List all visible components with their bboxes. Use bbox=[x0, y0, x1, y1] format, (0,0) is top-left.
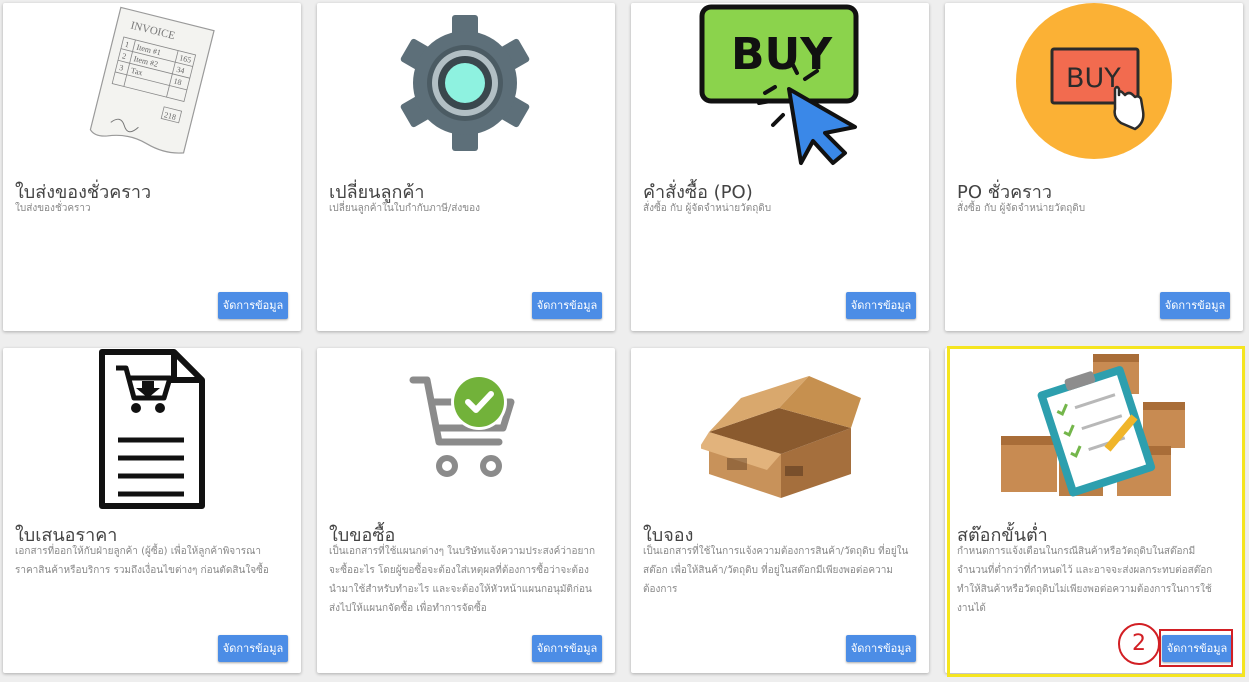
svg-text:BUY: BUY bbox=[1066, 63, 1121, 94]
step-number-badge: 2 bbox=[1118, 623, 1160, 665]
card-purchase-request: ใบขอซื้อ เป็นเอกสารที่ใช้แผนกต่างๆ ในบริ… bbox=[317, 348, 615, 673]
card-description: เอกสารที่ออกให้กับฝ่ายลูกค้า (ผู้ซื้อ) เ… bbox=[15, 546, 269, 576]
card-description: สั่งซื้อ กับ ผู้จัดจำหน่ายวัตถุดิบ bbox=[643, 203, 772, 214]
manage-data-button[interactable]: จัดการข้อมูล bbox=[218, 292, 288, 319]
card-description: สั่งซื้อ กับ ผู้จัดจำหน่ายวัตถุดิบ bbox=[957, 203, 1086, 214]
card-change-customer: เปลี่ยนลูกค้า เปลี่ยนลูกค้าในใบกำกับภาษี… bbox=[317, 3, 615, 331]
buy-click-icon: BUY bbox=[631, 3, 929, 168]
cart-check-icon bbox=[317, 348, 615, 513]
manage-data-button[interactable]: จัดการข้อมูล bbox=[532, 292, 602, 319]
highlight-box-manage-button bbox=[1159, 629, 1233, 667]
card-reservation: ใบจอง เป็นเอกสารที่ใช้ในการแจ้งความต้องก… bbox=[631, 348, 929, 673]
manage-data-button[interactable]: จัดการข้อมูล bbox=[846, 292, 916, 319]
card-description: เปลี่ยนลูกค้าในใบกำกับภาษี/ส่งของ bbox=[329, 203, 480, 214]
card-temp-delivery-note: INVOICE 1 Item #1 165 2 Item #2 34 3 Tax 18 21… bbox=[3, 3, 301, 331]
manage-data-button[interactable]: จัดการข้อมูล bbox=[846, 635, 916, 662]
manage-data-button[interactable]: จัดการข้อมูล bbox=[532, 635, 602, 662]
card-temp-po: BUY PO ชั่วคราว สั่งซื้อ กับ ผู้จัดจำหน่… bbox=[945, 3, 1243, 331]
quotation-document-icon bbox=[3, 348, 301, 513]
manage-data-button[interactable]: จัดการข้อมูล bbox=[218, 635, 288, 662]
card-quotation: ใบเสนอราคา เอกสารที่ออกให้กับฝ่ายลูกค้า … bbox=[3, 348, 301, 673]
manage-data-button[interactable]: จัดการข้อมูล bbox=[1160, 292, 1230, 319]
card-purchase-order: BUY คำสั่งซื้อ (PO) สั่งซื้อ กับ ผู้จัดจ… bbox=[631, 3, 929, 331]
card-description: เป็นเอกสารที่ใช้แผนกต่างๆ ในบริษัทแจ้งคว… bbox=[329, 546, 596, 614]
invoice-icon: INVOICE 1 Item #1 165 2 Item #2 34 3 Tax 18 21… bbox=[3, 3, 301, 168]
box-icon bbox=[631, 348, 929, 513]
card-description: เป็นเอกสารที่ใช้ในการแจ้งความต้องการสินค… bbox=[643, 546, 909, 595]
gear-icon bbox=[317, 3, 615, 168]
card-description: ใบส่งของชั่วคราว bbox=[15, 203, 91, 214]
buy-circle-icon: BUY bbox=[945, 3, 1243, 168]
highlight-frame bbox=[947, 346, 1245, 677]
